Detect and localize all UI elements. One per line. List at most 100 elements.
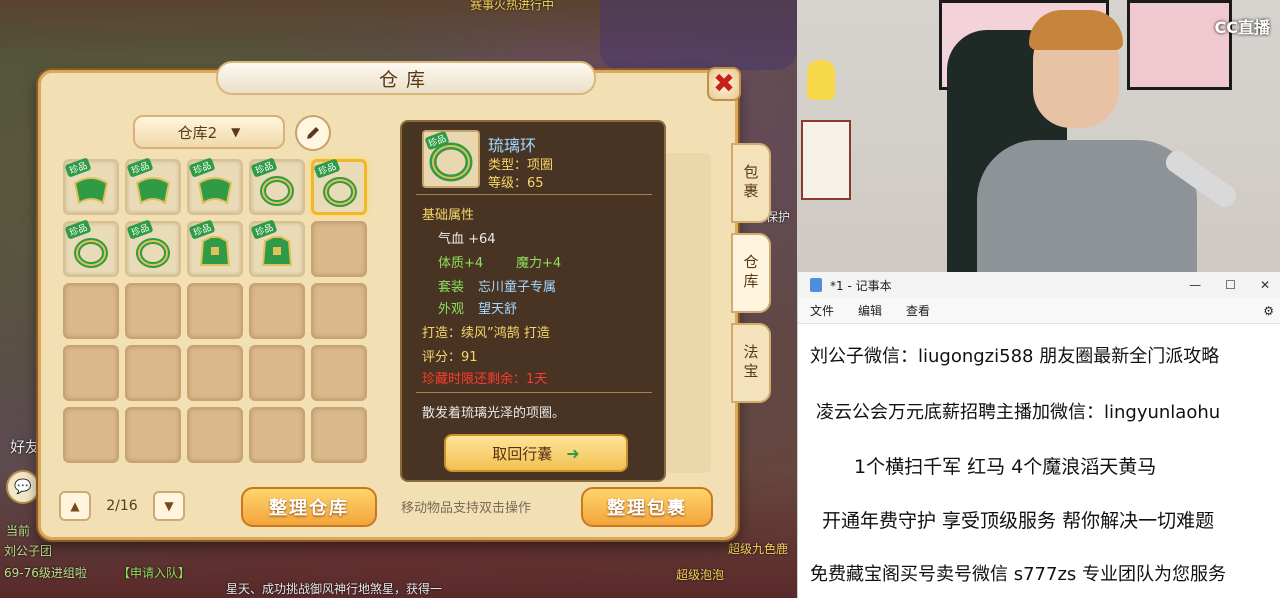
item-tooltip: 珍品 琉璃环 类型：项圈 等级：65 基础属性 气血 +64 体质+4 魔力+4… bbox=[400, 120, 666, 482]
chat-bubble-icon[interactable]: 💬 bbox=[6, 470, 40, 504]
warehouse-panel: 仓库2 ▼ 珍品 珍品 珍品 珍品 珍品 珍品 珍品 珍品 珍品 ▲ 2/16 ▼ 整理仓库 bbox=[55, 93, 383, 533]
warehouse-slot-item[interactable]: 珍品 bbox=[125, 157, 181, 215]
warehouse-slot-empty[interactable] bbox=[187, 345, 243, 401]
expire-text: 珍藏时限还剩余：1天 bbox=[422, 372, 548, 387]
ring-icon bbox=[136, 238, 170, 268]
item-level: 等级：65 bbox=[488, 176, 544, 191]
recruit-level-label: 69-76级进组啦 bbox=[4, 566, 87, 580]
super-nine-label: 超级九色鹿 bbox=[728, 542, 789, 556]
page-down-button[interactable]: ▼ bbox=[153, 491, 185, 521]
ring-icon bbox=[74, 238, 108, 268]
warehouse-slot-item[interactable]: 珍品 bbox=[187, 219, 243, 277]
wall-frame bbox=[801, 120, 851, 200]
item-type: 类型：项圈 bbox=[488, 158, 554, 173]
tab-warehouse[interactable]: 仓库 bbox=[731, 233, 771, 313]
warehouse-slot-item[interactable]: 珍品 bbox=[249, 219, 305, 277]
warehouse-dropdown[interactable]: 仓库2 ▼ bbox=[133, 115, 285, 149]
ring-icon bbox=[323, 177, 357, 207]
super-bubble-label: 超级泡泡 bbox=[676, 568, 725, 582]
look-value: 望天舒 bbox=[478, 302, 518, 317]
item-desc: 散发着琉璃光泽的项圈。 bbox=[422, 406, 566, 421]
look-label: 外观 bbox=[438, 302, 465, 317]
attr-magic: 魔力+4 bbox=[516, 256, 562, 271]
notepad-title: *1 - 记事本 bbox=[830, 278, 892, 293]
armor-icon bbox=[199, 236, 231, 266]
menu-file[interactable]: 文件 bbox=[810, 302, 834, 319]
item-name: 琉璃环 bbox=[488, 136, 537, 155]
armor-icon bbox=[261, 236, 293, 266]
warehouse-slot-empty[interactable] bbox=[249, 283, 305, 339]
chevron-down-icon: ▼ bbox=[231, 125, 241, 139]
warehouse-slot-empty[interactable] bbox=[125, 407, 181, 463]
divider bbox=[416, 194, 652, 195]
warehouse-dropdown-value: 仓库2 bbox=[177, 123, 218, 142]
warehouse-slot-item[interactable]: 珍品 bbox=[63, 157, 119, 215]
warehouse-slot-empty[interactable] bbox=[63, 345, 119, 401]
note-line-1: 刘公子微信：liugongzi588 朋友圈最新全门派攻略 bbox=[810, 346, 1220, 367]
item-icon: 珍品 bbox=[422, 130, 480, 188]
double-click-hint: 移动物品支持双击操作 bbox=[401, 501, 532, 516]
minimize-button[interactable]: — bbox=[1189, 278, 1201, 292]
game-viewport: 赛事火热进行中 好友 当前 刘公子团 69-76级进组啦 【申请入队】 星天、成… bbox=[0, 0, 797, 598]
system-scroll-text: 星天、成功挑战御风神行地煞星，获得一 bbox=[226, 582, 443, 596]
pikachu-figure bbox=[807, 60, 835, 100]
tab-treasure[interactable]: 法宝 bbox=[731, 323, 771, 403]
tab-bag[interactable]: 包裹 bbox=[731, 143, 771, 223]
warehouse-slot-empty[interactable] bbox=[187, 283, 243, 339]
streamer-body bbox=[977, 140, 1197, 272]
note-line-2: 凌云公会万元底薪招聘主播加微信：lingyunlaohu bbox=[816, 402, 1221, 423]
streamer-hair bbox=[1029, 10, 1123, 50]
cc-live-logo: CC直播 bbox=[1214, 18, 1271, 37]
warehouse-slot-empty[interactable] bbox=[311, 407, 367, 463]
page-indicator: 2/16 bbox=[106, 498, 138, 514]
attr-con: 体质+4 bbox=[438, 256, 484, 271]
current-channel-label[interactable]: 当前 bbox=[6, 522, 30, 539]
cloak-icon bbox=[135, 177, 171, 205]
basic-attr-title: 基础属性 bbox=[422, 208, 475, 223]
note-line-4: 开通年费守护 享受顶级服务 帮你解决一切难题 bbox=[822, 510, 1215, 532]
page-up-button[interactable]: ▲ bbox=[59, 491, 91, 521]
set-value: 忘川童子专属 bbox=[478, 280, 557, 295]
warehouse-slot-empty[interactable] bbox=[63, 407, 119, 463]
warehouse-slot-empty[interactable] bbox=[63, 283, 119, 339]
warehouse-slot-item[interactable]: 珍品 bbox=[249, 157, 305, 215]
warehouse-grid: 珍品 珍品 珍品 珍品 珍品 珍品 珍品 珍品 珍品 bbox=[63, 157, 367, 463]
pencil-icon bbox=[307, 127, 319, 139]
gear-icon[interactable]: ⚙ bbox=[1263, 304, 1274, 318]
warehouse-slot-empty[interactable] bbox=[125, 345, 181, 401]
attr-hp: 气血 +64 bbox=[438, 232, 496, 247]
maximize-button[interactable]: ☐ bbox=[1225, 278, 1236, 292]
cloak-icon bbox=[73, 177, 109, 205]
window-title-bar: 仓库 bbox=[216, 61, 596, 95]
warehouse-slot-item[interactable]: 珍品 bbox=[125, 219, 181, 277]
notepad-menu-bar: 文件 编辑 查看 ⚙ bbox=[798, 298, 1280, 324]
warehouse-slot-item[interactable]: 珍品 bbox=[63, 219, 119, 277]
divider bbox=[416, 392, 652, 393]
sort-bag-button[interactable]: 整理包裹 bbox=[581, 487, 713, 527]
warehouse-slot-empty[interactable] bbox=[311, 221, 367, 277]
warehouse-slot-item[interactable]: 珍品 bbox=[187, 157, 243, 215]
warehouse-slot-empty[interactable] bbox=[311, 283, 367, 339]
warehouse-slot-empty[interactable] bbox=[249, 407, 305, 463]
chevron-up-icon: ▲ bbox=[70, 499, 80, 513]
arrow-right-icon: ➜ bbox=[566, 443, 580, 463]
close-window-button[interactable]: ✕ bbox=[1260, 278, 1270, 292]
ring-icon bbox=[260, 176, 294, 206]
warehouse-slot-item[interactable]: 珍品 bbox=[311, 158, 367, 215]
warehouse-slot-empty[interactable] bbox=[187, 407, 243, 463]
warehouse-slot-empty[interactable] bbox=[249, 345, 305, 401]
notepad-window: *1 - 记事本 — ☐ ✕ 文件 编辑 查看 ⚙ 刘公子微信：liugongz… bbox=[797, 272, 1280, 598]
notepad-title-bar: *1 - 记事本 — ☐ ✕ bbox=[798, 272, 1280, 298]
warehouse-slot-empty[interactable] bbox=[125, 283, 181, 339]
friend-label[interactable]: 好友 bbox=[10, 436, 40, 457]
score: 评分：91 bbox=[422, 350, 478, 365]
retrieve-button[interactable]: 取回行囊 ➜ bbox=[444, 434, 628, 472]
apply-team-link[interactable]: 【申请入队】 bbox=[118, 564, 190, 581]
warehouse-slot-empty[interactable] bbox=[311, 345, 367, 401]
rename-button[interactable] bbox=[295, 115, 331, 151]
scene-roof bbox=[600, 0, 797, 70]
note-line-3: 1个横扫千军 红马 4个魔浪滔天黄马 bbox=[854, 456, 1157, 478]
menu-edit[interactable]: 编辑 bbox=[858, 302, 882, 319]
menu-view[interactable]: 查看 bbox=[906, 302, 930, 319]
sort-warehouse-button[interactable]: 整理仓库 bbox=[241, 487, 377, 527]
